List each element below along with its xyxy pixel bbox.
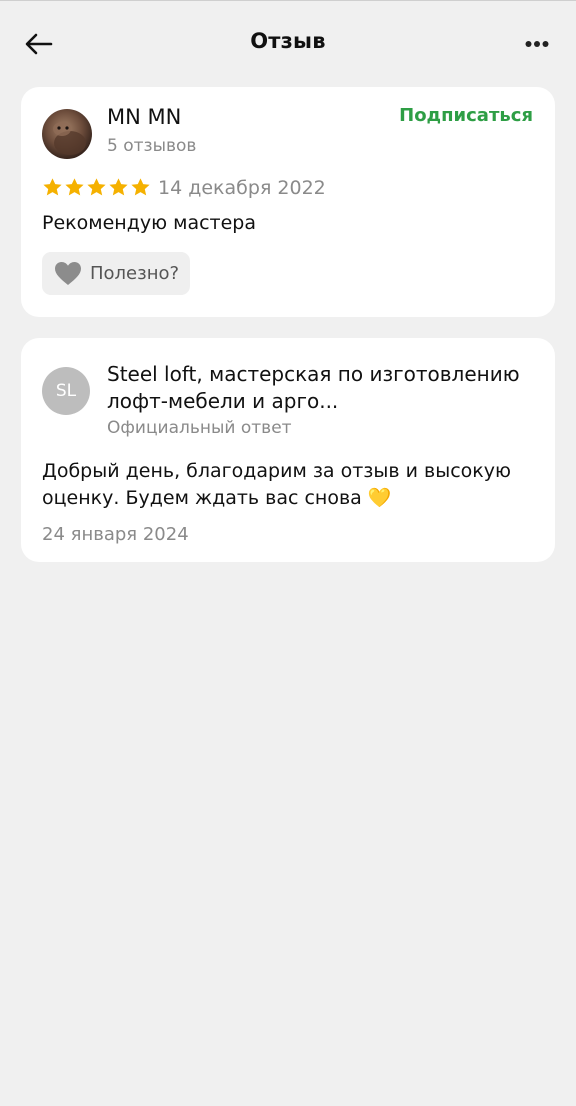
header: Отзыв [0,1,576,87]
reply-card: SL Steel loft, мастерская по изготовлени… [21,338,555,562]
avatar[interactable] [42,109,92,159]
star-icon [109,178,128,196]
reply-role: Официальный ответ [107,418,292,438]
reply-author-name[interactable]: Steel loft, мастерская по изготовлению л… [107,361,527,415]
star-icon [131,178,150,196]
review-screen: Отзыв MN MN 5 отзывов Подписаться 14 дек… [0,0,576,1106]
star-icon [65,178,84,196]
subscribe-button[interactable]: Подписаться [399,105,533,126]
review-card: MN MN 5 отзывов Подписаться 14 декабря 2… [21,87,555,317]
useful-label: Полезно? [90,263,180,284]
review-date: 14 декабря 2022 [158,177,326,199]
page-title: Отзыв [250,29,326,53]
reply-date: 24 января 2024 [42,524,189,545]
reply-text: Добрый день, благодарим за отзыв и высок… [42,460,512,509]
avatar-image [42,109,92,159]
avatar[interactable]: SL [42,367,90,415]
more-horizontal-icon [525,41,549,47]
more-button[interactable] [520,31,554,57]
star-icon [87,178,106,196]
review-text: Рекомендую мастера [42,212,256,234]
rating-stars [42,177,151,198]
review-author-name[interactable]: MN MN [107,105,181,129]
star-icon [43,178,62,196]
heart-icon [55,262,81,285]
review-author-count: 5 отзывов [107,136,197,156]
useful-button[interactable]: Полезно? [42,252,191,295]
